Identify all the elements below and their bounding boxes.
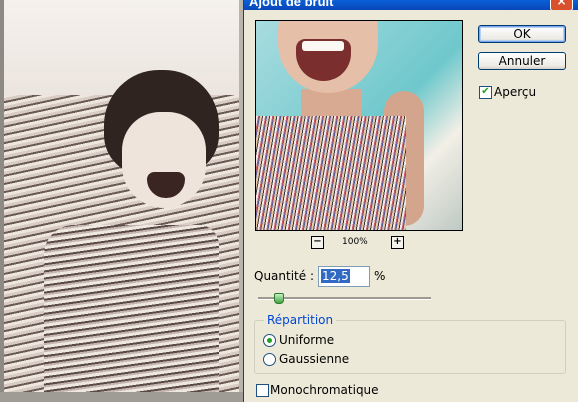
close-button[interactable]: × [550, 0, 573, 10]
radio-uniforme-label: Uniforme [279, 333, 335, 347]
quantity-unit: % [374, 269, 386, 283]
add-noise-dialog: Ajout de bruit × − 100% + OK Annuler ✔ A… [243, 0, 578, 402]
quantity-input[interactable]: 12,5 [318, 266, 370, 287]
photo-background [4, 0, 239, 95]
document-canvas [0, 0, 243, 402]
preview-dress [256, 116, 406, 230]
ok-button[interactable]: OK [478, 25, 566, 43]
quantity-label: Quantité : [254, 269, 314, 283]
cancel-button[interactable]: Annuler [478, 52, 566, 70]
zoom-in-button[interactable]: + [391, 236, 404, 249]
zoom-controls: − 100% + [311, 236, 411, 250]
dialog-title: Ajout de bruit [249, 0, 334, 9]
distribution-group: Répartition Uniforme Gaussienne [254, 313, 566, 374]
monochromatic-checkbox[interactable] [256, 384, 269, 397]
photo-image [4, 0, 239, 392]
checkmark-icon: ✔ [481, 86, 490, 97]
radio-uniforme[interactable] [263, 334, 276, 347]
preview-teeth [302, 41, 344, 51]
preview-image[interactable] [255, 20, 463, 231]
distribution-legend: Répartition [264, 313, 337, 327]
monochromatic-label: Monochromatique [270, 383, 379, 397]
quantity-value: 12,5 [321, 269, 350, 283]
apercu-checkbox[interactable]: ✔ [479, 86, 492, 99]
zoom-out-button[interactable]: − [311, 236, 324, 249]
quantity-slider[interactable] [258, 293, 431, 304]
radio-selected-dot [267, 338, 272, 343]
title-bar[interactable]: Ajout de bruit × [244, 0, 578, 10]
close-icon: × [556, 0, 567, 8]
minus-icon: − [313, 236, 322, 247]
zoom-level: 100% [342, 237, 368, 247]
slider-thumb[interactable] [274, 293, 285, 304]
plus-icon: + [393, 236, 402, 247]
radio-gaussienne-label: Gaussienne [279, 352, 350, 366]
apercu-label: Aperçu [494, 85, 537, 99]
photo-dress [44, 225, 219, 392]
radio-gaussienne[interactable] [263, 353, 276, 366]
canvas-bottom-bar [0, 392, 243, 402]
